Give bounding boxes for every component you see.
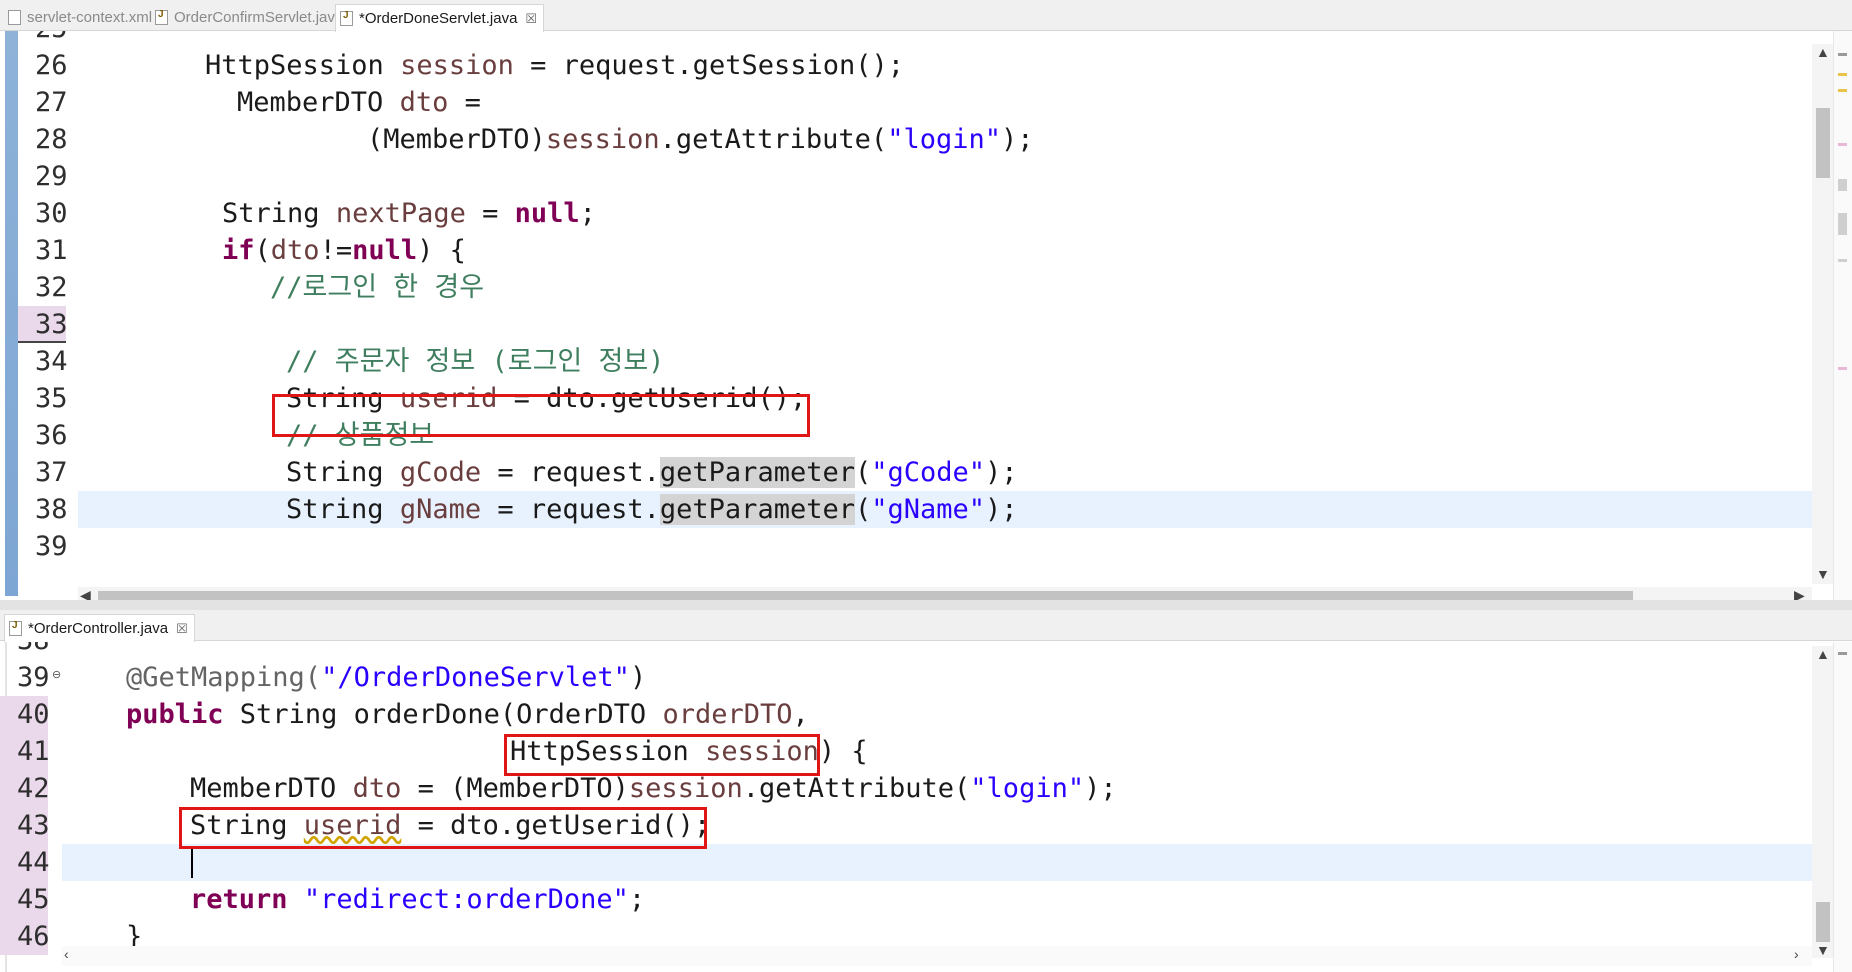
top-code-area[interactable]: HttpSession session = request.getSession…: [78, 31, 1812, 587]
scrollbar-thumb[interactable]: [1816, 902, 1830, 942]
line-number: 29: [35, 161, 68, 192]
line-number: 35: [35, 383, 68, 414]
line-number: 30: [35, 198, 68, 229]
line-number: 43: [0, 807, 50, 844]
java-file-icon: [155, 9, 168, 25]
line-number: 46: [0, 918, 50, 955]
overview-marker: [1838, 652, 1847, 655]
line-number-ruler: 25 26 27 28 29 30 31 32 33 34 35 36 37 3…: [18, 31, 68, 596]
java-file-icon: [9, 620, 22, 636]
line-number: 26: [35, 50, 68, 81]
tab-label: OrderConfirmServlet.java: [174, 9, 344, 26]
code-line-28: (MemberDTO)session.getAttribute("login")…: [367, 124, 1034, 155]
line-number: 37: [35, 457, 68, 488]
line-number: 31: [35, 235, 68, 266]
scroll-up-icon[interactable]: ▲: [1816, 646, 1830, 662]
bottom-editor-pane: *OrderController.java ☒ ⊖ ⚠ 38 39 40 41 …: [0, 610, 1852, 972]
overview-ruler: [1833, 642, 1852, 972]
overview-marker: [1838, 73, 1847, 76]
top-vertical-scrollbar[interactable]: ▲ ▼: [1812, 44, 1834, 584]
overview-marker: [1838, 53, 1847, 56]
code-line-34: // 주문자 정보 (로그인 정보): [286, 346, 665, 377]
code-line-44: [62, 844, 1812, 881]
close-icon[interactable]: ☒: [176, 621, 188, 637]
code-line-40: public String orderDone(OrderDTO orderDT…: [126, 699, 809, 730]
bottom-horizontal-scrollbar[interactable]: ‹ ›: [62, 946, 1812, 966]
tab-order-done-servlet[interactable]: *OrderDoneServlet.java ☒: [335, 4, 545, 32]
code-line-26: HttpSession session = request.getSession…: [205, 50, 905, 81]
line-number: 25: [18, 31, 68, 47]
scroll-up-icon[interactable]: ▲: [1816, 44, 1830, 60]
overview-marker: [1838, 367, 1847, 370]
code-line-30: String nextPage = null;: [222, 198, 596, 229]
line-number: 39: [35, 531, 68, 562]
line-number-ruler: 38 39 40 41 42 43 44 45 46: [0, 642, 50, 972]
overview-marker: [1838, 89, 1847, 92]
line-number: 42: [0, 770, 50, 807]
scroll-left-icon[interactable]: ‹: [64, 946, 69, 962]
tab-label: *OrderDoneServlet.java: [359, 10, 518, 27]
scroll-down-icon[interactable]: ▼: [1816, 942, 1830, 958]
change-ruler: [5, 31, 18, 596]
overview-marker: [1838, 143, 1847, 146]
code-line-27: MemberDTO dto =: [237, 87, 481, 118]
tab-servlet-context[interactable]: servlet-context.xml: [8, 5, 152, 30]
code-line-41: HttpSession session) {: [510, 736, 868, 767]
line-number: 41: [0, 733, 50, 770]
line-number: 27: [35, 87, 68, 118]
tab-order-confirm-servlet[interactable]: OrderConfirmServlet.java: [155, 5, 343, 30]
highlight-box-userid: [272, 394, 810, 437]
line-number: 40: [0, 696, 50, 733]
line-number: 38: [35, 494, 68, 525]
bottom-vertical-scrollbar[interactable]: ▲ ▼: [1812, 646, 1834, 958]
close-icon[interactable]: ☒: [525, 11, 537, 27]
tab-order-controller[interactable]: *OrderController.java ☒: [4, 614, 195, 642]
overview-marker: [1838, 259, 1847, 262]
code-line-31: if(dto!=null) {: [222, 235, 466, 266]
code-line-39: @GetMapping("/OrderDoneServlet"): [126, 662, 647, 693]
overview-marker: [1838, 179, 1847, 191]
line-number: 33: [18, 306, 68, 343]
line-number: 39: [17, 662, 50, 693]
line-number: 34: [35, 346, 68, 377]
scroll-right-icon[interactable]: ›: [1794, 946, 1799, 962]
overview-marker: [1838, 213, 1847, 235]
line-number: 38: [0, 642, 50, 659]
text-caret: [191, 848, 193, 878]
tab-label: servlet-context.xml: [27, 9, 153, 26]
highlight-box-session-param: [504, 734, 820, 776]
tab-label: *OrderController.java: [28, 620, 169, 637]
code-line-42: MemberDTO dto = (MemberDTO)session.getAt…: [190, 773, 1117, 804]
top-editor-pane: servlet-context.xml OrderConfirmServlet.…: [0, 0, 1852, 607]
highlight-box-userid: [179, 807, 707, 849]
bottom-editor-tabbar: *OrderController.java ☒: [0, 610, 1852, 642]
scroll-down-icon[interactable]: ▼: [1816, 566, 1830, 582]
overview-ruler: [1833, 31, 1852, 600]
fold-icon[interactable]: ⊖: [52, 668, 61, 681]
line-number: 45: [0, 881, 50, 918]
top-editor-tabbar: servlet-context.xml OrderConfirmServlet.…: [0, 0, 1852, 32]
code-line-45: return "redirect:orderDone";: [190, 884, 646, 915]
java-file-icon: [340, 10, 353, 26]
pane-separator[interactable]: [0, 600, 1852, 610]
line-number: 32: [35, 272, 68, 303]
line-number: 28: [35, 124, 68, 155]
code-line-39: String gName = request.getParameter("gNa…: [78, 491, 1812, 528]
code-line-32: //로그인 한 경우: [270, 272, 485, 303]
xml-file-icon: [8, 10, 21, 25]
bottom-code-area[interactable]: @GetMapping("/OrderDoneServlet") public …: [62, 642, 1812, 954]
line-number: 36: [35, 420, 68, 451]
line-number: 44: [0, 844, 50, 881]
code-line-38: String gCode = request.getParameter("gCo…: [286, 457, 1018, 488]
scrollbar-thumb[interactable]: [1816, 108, 1830, 178]
